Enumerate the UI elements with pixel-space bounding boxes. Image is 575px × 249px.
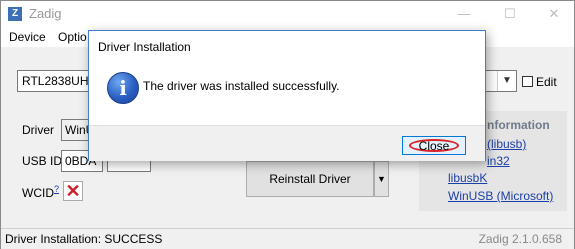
info-heading: nformation	[487, 118, 550, 132]
chevron-down-icon[interactable]: ▼	[497, 71, 516, 91]
libusbk-link[interactable]: libusbK	[448, 171, 487, 185]
driver-installation-dialog: Driver Installation i The driver was ins…	[88, 30, 486, 161]
status-text: Driver Installation: SUCCESS	[5, 232, 163, 246]
driver-split-arrow-button[interactable]: ▼	[374, 161, 389, 197]
zadig-app-icon: Z	[8, 7, 22, 21]
wcid-label: WCID?	[22, 184, 59, 200]
usb-id-label: USB ID	[22, 154, 63, 168]
minimize-button[interactable]: —	[449, 4, 479, 24]
libusb-link[interactable]: (libusb)	[487, 137, 526, 151]
wcid-cross-icon: ✕	[63, 181, 83, 201]
libusb-win32-link[interactable]: in32	[487, 154, 510, 168]
maximize-button[interactable]: ☐	[495, 4, 525, 24]
version-text: Zadig 2.1.0.658	[478, 232, 562, 246]
edit-checkbox[interactable]	[522, 76, 533, 87]
information-icon: i	[107, 72, 139, 104]
close-button[interactable]: Close	[402, 136, 466, 155]
dialog-message: The driver was installed successfully.	[143, 79, 340, 93]
wcid-label-text: WCID	[22, 186, 54, 200]
wcid-help-link[interactable]: ?	[54, 184, 59, 194]
menu-device[interactable]: Device	[9, 30, 46, 44]
driver-label: Driver	[22, 123, 54, 137]
menu-options[interactable]: Optio	[58, 30, 87, 44]
reinstall-driver-button[interactable]: Reinstall Driver	[246, 161, 374, 197]
window-title: Zadig	[29, 6, 62, 21]
dialog-title: Driver Installation	[98, 40, 191, 54]
dialog-body	[89, 61, 485, 125]
winusb-link[interactable]: WinUSB (Microsoft)	[448, 189, 553, 203]
edit-label: Edit	[536, 75, 557, 89]
close-window-button[interactable]: ✕	[539, 4, 569, 24]
close-button-label: Close	[418, 139, 450, 153]
title-bar: Z Zadig — ☐ ✕	[1, 1, 574, 27]
status-bar: Driver Installation: SUCCESS Zadig 2.1.0…	[1, 228, 574, 249]
